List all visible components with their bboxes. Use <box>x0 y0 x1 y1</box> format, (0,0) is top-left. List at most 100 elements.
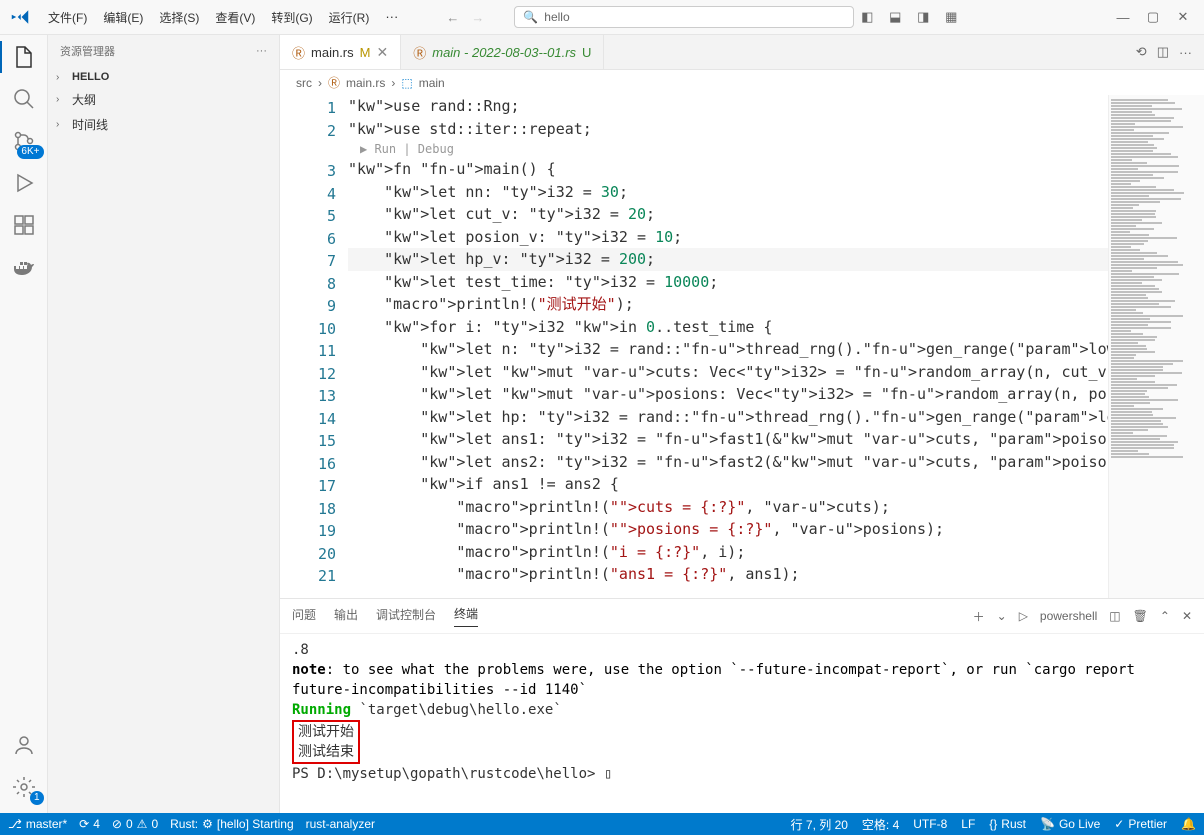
rust-file-icon: Ⓡ <box>292 43 305 62</box>
rust-status[interactable]: Rust: ⚙ [hello] Starting <box>170 817 294 831</box>
minimize-button[interactable]: — <box>1110 4 1136 30</box>
minimap[interactable] <box>1108 95 1204 598</box>
git-branch[interactable]: ⎇ master* <box>8 817 67 831</box>
layout-grid-icon[interactable]: ▦ <box>938 4 964 30</box>
terminal-prompt: PS D:\mysetup\gopath\rustcode\hello> ▯ <box>292 764 1192 784</box>
debug-icon[interactable] <box>10 169 38 197</box>
close-button[interactable]: ✕ <box>1170 4 1196 30</box>
breadcrumb[interactable]: src › Ⓡ main.rs › ⬚ main <box>280 70 1204 95</box>
search-icon: 🔍 <box>523 10 538 24</box>
command-center[interactable]: 🔍 hello <box>514 6 854 28</box>
outline-section[interactable]: ›大纲 <box>48 87 279 112</box>
terminal-highlight-box: 测试开始测试结束 <box>292 720 360 764</box>
code-editor[interactable]: 123456789101112131415161718192021 "kw">u… <box>280 95 1204 598</box>
editor-area: Ⓡ main.rs M ✕ Ⓡ main - 2022-08-03--01.rs… <box>280 35 1204 813</box>
layout-right-icon[interactable]: ◨ <box>910 4 936 30</box>
scm-badge: 6K+ <box>17 145 43 159</box>
menu-select[interactable]: 选择(S) <box>151 5 207 30</box>
code-content[interactable]: "kw">use rand::Rng;"kw">use std::iter::r… <box>336 95 1108 598</box>
tab-close-icon[interactable]: ✕ <box>376 44 388 61</box>
git-sync[interactable]: ⟳ 4 <box>79 817 100 831</box>
terminal-shell-label[interactable]: powershell <box>1040 609 1097 623</box>
problems-count[interactable]: ⊘ 0 ⚠ 0 <box>112 817 158 831</box>
panel-tabs: 问题 输出 调试控制台 终端 ＋ ⌄ ▷ powershell ◫ 🗑 ⌃ ✕ <box>280 599 1204 634</box>
prettier[interactable]: ✓ Prettier <box>1114 816 1167 833</box>
sidebar-title: 资源管理器 <box>60 43 115 59</box>
indentation[interactable]: 空格: 4 <box>862 816 899 833</box>
rust-file-icon: Ⓡ <box>328 74 340 91</box>
new-terminal-icon[interactable]: ＋ <box>973 608 985 625</box>
menu-run[interactable]: 运行(R) <box>321 5 378 30</box>
menu-edit[interactable]: 编辑(E) <box>95 5 151 30</box>
extensions-icon[interactable] <box>10 211 38 239</box>
maximize-panel-icon[interactable]: ⌃ <box>1160 609 1170 623</box>
compare-icon[interactable]: ⟲ <box>1136 44 1147 60</box>
layout-buttons: ◧ ⬓ ◨ ▦ <box>854 4 964 30</box>
panel-tab-problems[interactable]: 问题 <box>292 606 316 627</box>
maximize-button[interactable]: ▢ <box>1140 4 1166 30</box>
language-mode[interactable]: {} Rust <box>989 816 1026 833</box>
bottom-panel: 问题 输出 调试控制台 终端 ＋ ⌄ ▷ powershell ◫ 🗑 ⌃ ✕ <box>280 598 1204 813</box>
tab-label: main.rs <box>311 45 354 60</box>
sidebar-header: 资源管理器 ··· <box>48 35 279 67</box>
explorer-sidebar: 资源管理器 ··· ›HELLO ›大纲 ›时间线 <box>48 35 280 813</box>
rust-analyzer[interactable]: rust-analyzer <box>306 817 375 831</box>
docker-icon[interactable] <box>10 253 38 281</box>
nav-arrows: ← → <box>446 10 484 25</box>
panel-tab-terminal[interactable]: 终端 <box>454 605 478 627</box>
close-panel-icon[interactable]: ✕ <box>1182 609 1192 623</box>
vscode-icon <box>8 5 32 29</box>
account-icon[interactable] <box>10 731 38 759</box>
tab-mod-indicator: M <box>360 45 371 60</box>
scm-icon[interactable]: 6K+ <box>10 127 38 155</box>
nav-back-icon[interactable]: ← <box>446 10 459 25</box>
encoding[interactable]: UTF-8 <box>913 816 947 833</box>
terminal-line: note: to see what the problems were, use… <box>292 660 1192 700</box>
bc-file[interactable]: main.rs <box>346 76 385 90</box>
terminal-line: .8 <box>292 640 1192 660</box>
line-gutter: 123456789101112131415161718192021 <box>280 95 336 598</box>
bc-src[interactable]: src <box>296 76 312 90</box>
eol[interactable]: LF <box>961 816 975 833</box>
settings-badge: 1 <box>30 791 44 805</box>
tab-untracked-indicator: U <box>582 45 591 60</box>
go-live[interactable]: 📡 Go Live <box>1040 816 1100 833</box>
editor-tabs: Ⓡ main.rs M ✕ Ⓡ main - 2022-08-03--01.rs… <box>280 35 1204 70</box>
timeline-section[interactable]: ›时间线 <box>48 112 279 137</box>
status-bar: ⎇ master* ⟳ 4 ⊘ 0 ⚠ 0 Rust: ⚙ [hello] St… <box>0 813 1204 835</box>
terminal-shell-icon: ▷ <box>1019 609 1028 623</box>
terminal-content[interactable]: .8 note: to see what the problems were, … <box>280 634 1204 813</box>
menu-view[interactable]: 查看(V) <box>207 5 263 30</box>
rust-file-icon: Ⓡ <box>413 43 426 62</box>
menu-more[interactable]: ··· <box>377 5 406 30</box>
tab-more-icon[interactable]: ··· <box>1179 45 1192 60</box>
terminal-line: Running `target\debug\hello.exe` <box>292 700 1192 720</box>
sidebar-more-icon[interactable]: ··· <box>256 45 267 57</box>
search-activity-icon[interactable] <box>10 85 38 113</box>
kill-terminal-icon[interactable]: 🗑 <box>1133 609 1148 623</box>
split-editor-icon[interactable]: ◫ <box>1157 44 1169 60</box>
title-bar: 文件(F) 编辑(E) 选择(S) 查看(V) 转到(G) 运行(R) ··· … <box>0 0 1204 35</box>
search-text: hello <box>544 10 569 24</box>
tab-label: main - 2022-08-03--01.rs <box>432 45 576 60</box>
panel-tab-debug-console[interactable]: 调试控制台 <box>376 606 436 627</box>
folder-hello[interactable]: ›HELLO <box>48 67 279 87</box>
cursor-position[interactable]: 行 7, 列 20 <box>791 816 848 833</box>
explorer-icon[interactable] <box>10 43 38 71</box>
menu-bar: 文件(F) 编辑(E) 选择(S) 查看(V) 转到(G) 运行(R) ··· <box>40 5 406 30</box>
panel-tab-output[interactable]: 输出 <box>334 606 358 627</box>
menu-goto[interactable]: 转到(G) <box>263 5 320 30</box>
symbol-icon: ⬚ <box>401 76 412 90</box>
settings-icon[interactable]: 1 <box>10 773 38 801</box>
layout-left-icon[interactable]: ◧ <box>854 4 880 30</box>
window-controls: — ▢ ✕ <box>1110 4 1196 30</box>
notifications-icon[interactable]: 🔔 <box>1181 816 1196 833</box>
terminal-dropdown-icon[interactable]: ⌄ <box>997 609 1007 623</box>
menu-file[interactable]: 文件(F) <box>40 5 95 30</box>
tab-main-rs[interactable]: Ⓡ main.rs M ✕ <box>280 35 401 69</box>
tab-main-backup[interactable]: Ⓡ main - 2022-08-03--01.rs U <box>401 35 604 69</box>
bc-symbol[interactable]: main <box>419 76 445 90</box>
split-terminal-icon[interactable]: ◫ <box>1109 609 1120 623</box>
nav-forward-icon[interactable]: → <box>471 10 484 25</box>
layout-bottom-icon[interactable]: ⬓ <box>882 4 908 30</box>
